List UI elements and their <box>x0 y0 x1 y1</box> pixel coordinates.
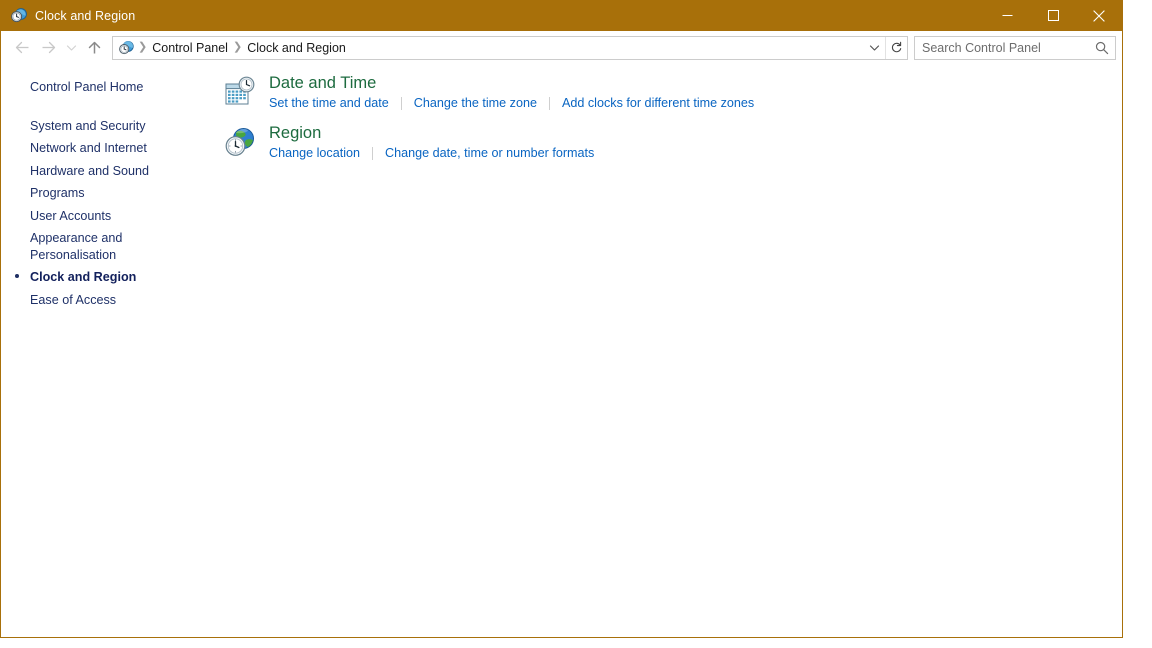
search-icon[interactable] <box>1089 37 1115 59</box>
minimize-button[interactable] <box>984 0 1030 31</box>
link-separator <box>372 147 374 160</box>
control-panel-window: Clock and Region ❯ Control Panel ❯ Clock… <box>0 0 1123 638</box>
category-body: Region Change location Change date, time… <box>269 123 594 162</box>
sidebar-item-hardware-and-sound[interactable]: Hardware and Sound <box>1 160 191 183</box>
recent-locations-button[interactable] <box>61 35 81 61</box>
sidebar-item-appearance-and-personalisation[interactable]: Appearance and Personalisation <box>1 227 191 266</box>
title-bar-left: Clock and Region <box>1 7 984 24</box>
sidebar-item-control-panel-home[interactable]: Control Panel Home <box>1 76 191 99</box>
link-separator <box>400 97 402 110</box>
link-change-location[interactable]: Change location <box>269 145 360 162</box>
window-title: Clock and Region <box>35 8 136 23</box>
control-panel-icon <box>118 40 134 56</box>
sidebar-item-system-and-security[interactable]: System and Security <box>1 115 191 138</box>
globe-clock-icon[interactable] <box>224 126 256 158</box>
title-bar: Clock and Region <box>1 0 1122 31</box>
link-add-clocks-for-different-time-zones[interactable]: Add clocks for different time zones <box>562 95 754 112</box>
breadcrumb-item-clock-and-region[interactable]: Clock and Region <box>244 41 349 55</box>
forward-button[interactable] <box>35 35 61 61</box>
breadcrumb-separator: ❯ <box>138 41 148 53</box>
maximize-button[interactable] <box>1030 0 1076 31</box>
category-links: Change location Change date, time or num… <box>269 145 594 162</box>
window-controls <box>984 0 1122 31</box>
clock-region-icon <box>10 7 27 24</box>
sidebar-item-network-and-internet[interactable]: Network and Internet <box>1 137 191 160</box>
sidebar-item-clock-and-region[interactable]: Clock and Region <box>1 266 191 289</box>
category-region: Region Change location Change date, time… <box>224 123 1122 162</box>
category-date-and-time: Date and Time Set the time and date Chan… <box>224 73 1122 112</box>
link-change-the-time-zone[interactable]: Change the time zone <box>414 95 537 112</box>
main-content: Date and Time Set the time and date Chan… <box>216 64 1122 637</box>
breadcrumb: ❯ Control Panel ❯ Clock and Region <box>113 40 864 56</box>
sidebar-item-ease-of-access[interactable]: Ease of Access <box>1 289 191 312</box>
sidebar: Control Panel Home System and Security N… <box>1 64 216 637</box>
category-title-region[interactable]: Region <box>269 123 321 144</box>
link-change-date-time-or-number-formats[interactable]: Change date, time or number formats <box>385 145 594 162</box>
search-input[interactable] <box>915 39 1089 56</box>
search-box[interactable] <box>914 35 1116 60</box>
navigation-bar: ❯ Control Panel ❯ Clock and Region <box>1 31 1122 64</box>
sidebar-item-user-accounts[interactable]: User Accounts <box>1 205 191 228</box>
category-body: Date and Time Set the time and date Chan… <box>269 73 754 112</box>
link-set-the-time-and-date[interactable]: Set the time and date <box>269 95 389 112</box>
category-title-date-and-time[interactable]: Date and Time <box>269 73 376 94</box>
category-links: Set the time and date Change the time zo… <box>269 95 754 112</box>
close-button[interactable] <box>1076 0 1122 31</box>
address-bar[interactable]: ❯ Control Panel ❯ Clock and Region <box>112 35 908 60</box>
breadcrumb-item-control-panel[interactable]: Control Panel <box>149 41 231 55</box>
link-separator <box>548 97 550 110</box>
sidebar-item-programs[interactable]: Programs <box>1 182 191 205</box>
breadcrumb-separator: ❯ <box>232 41 243 53</box>
chevron-down-icon[interactable] <box>864 37 885 59</box>
back-button[interactable] <box>9 35 35 61</box>
calendar-clock-icon[interactable] <box>224 76 256 108</box>
window-body: Control Panel Home System and Security N… <box>1 64 1122 637</box>
up-button[interactable] <box>81 35 107 61</box>
refresh-icon[interactable] <box>885 36 907 59</box>
